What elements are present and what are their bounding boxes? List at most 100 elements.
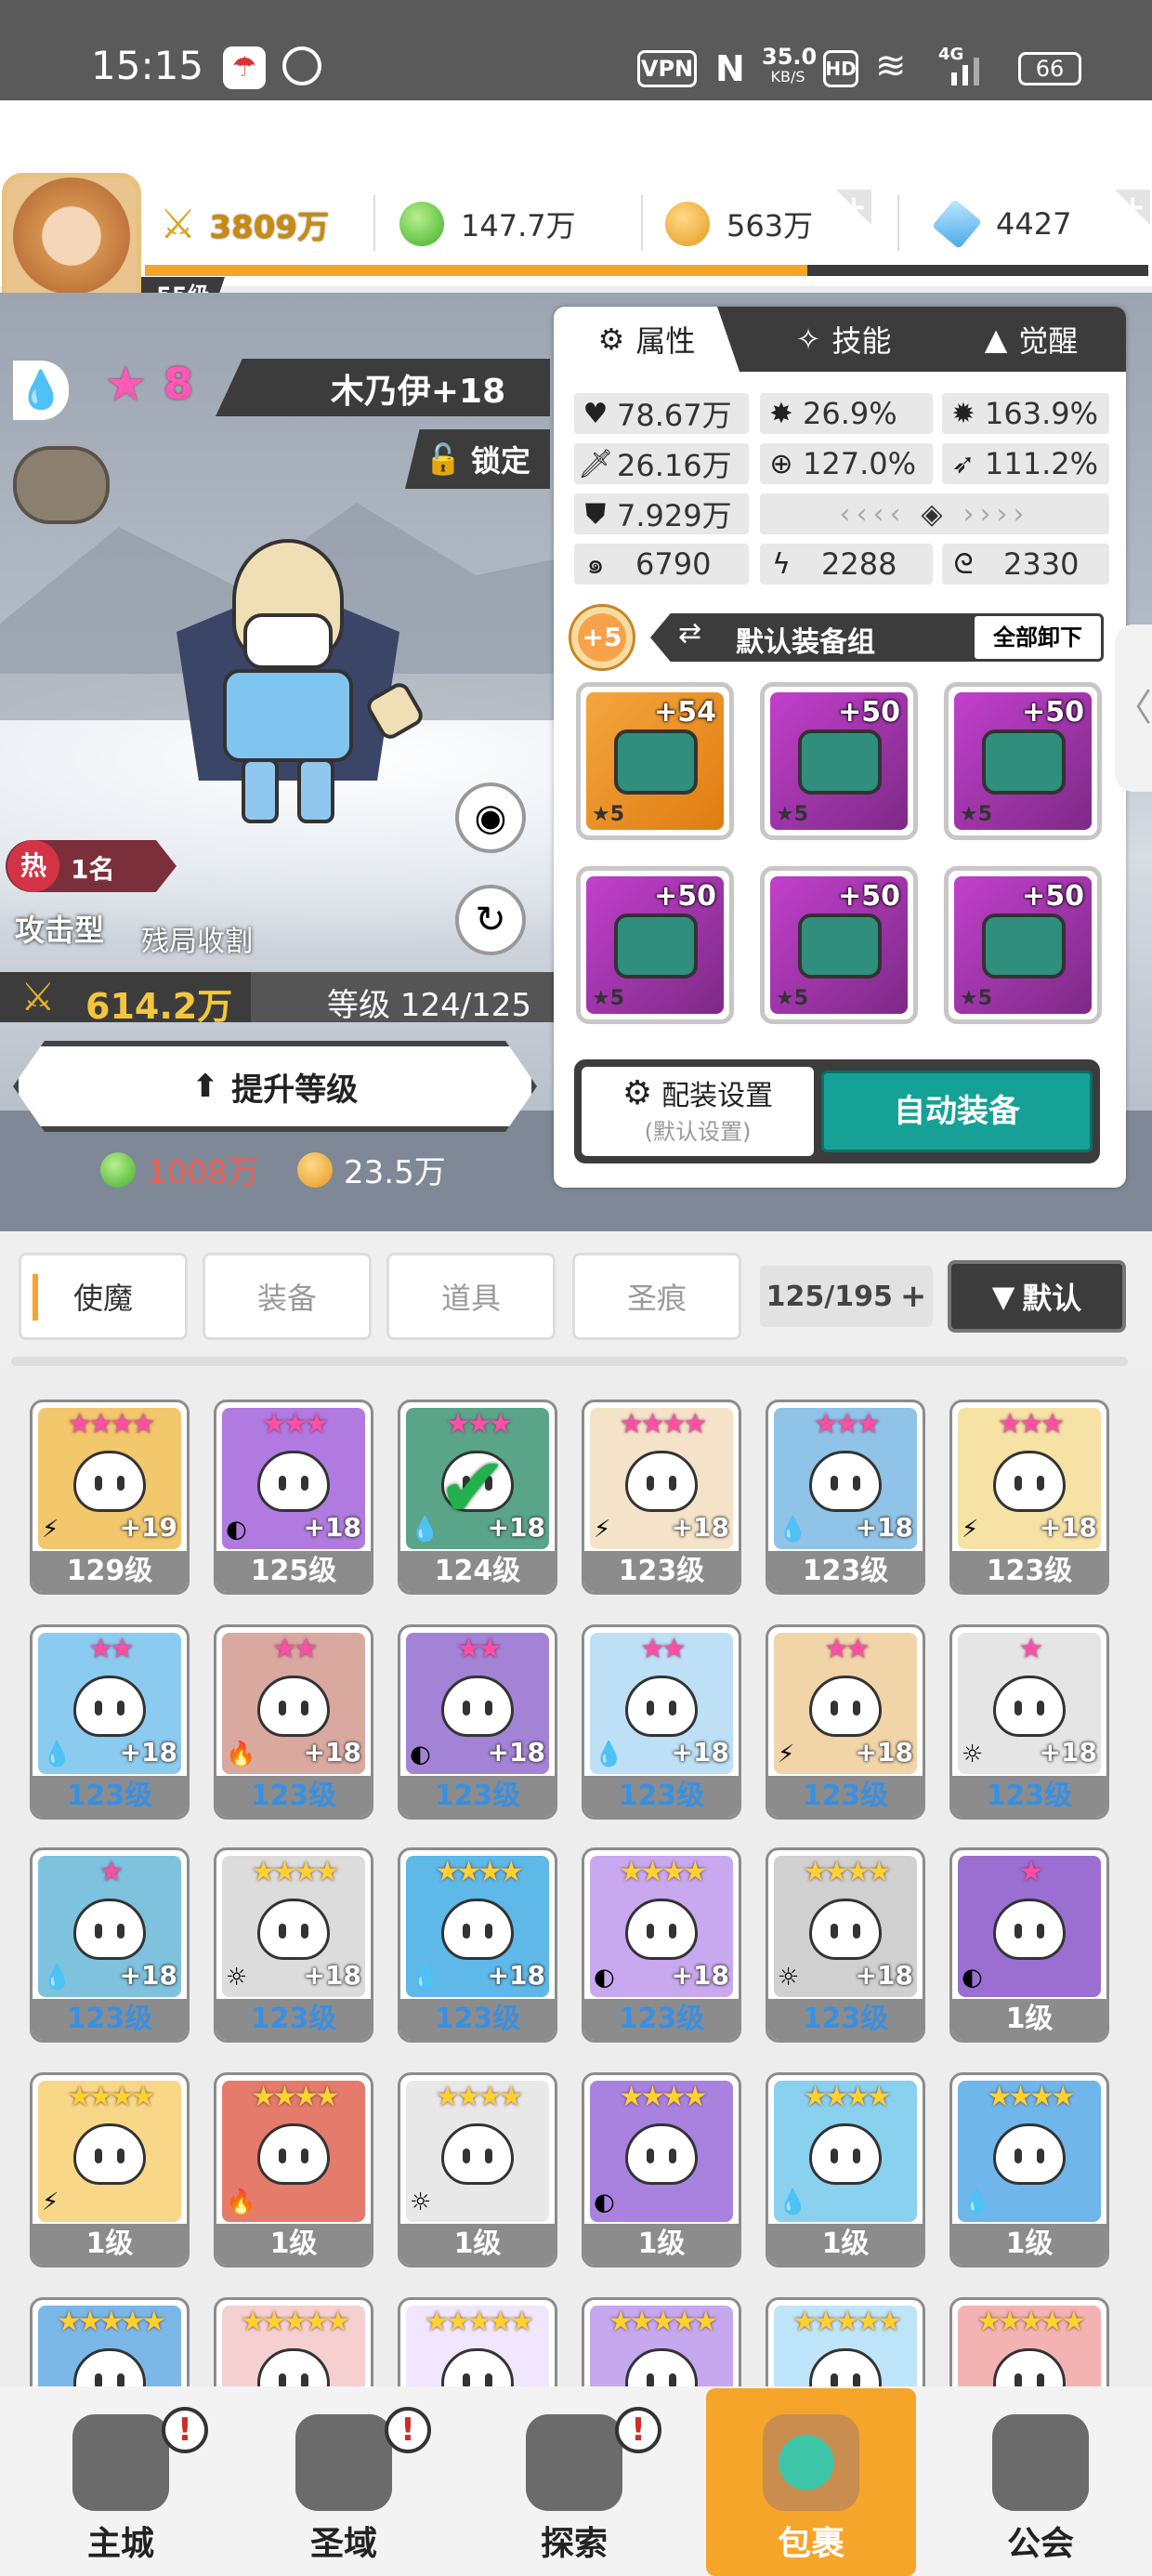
swirl-icon: ๑ [586,547,605,581]
nav-castle[interactable]: ! 主城 [28,2388,214,2576]
tab-items[interactable]: 道具 [386,1253,556,1340]
hero-card[interactable]: ★★ 💧 +18 123级 [30,1624,190,1820]
tab-skills-label: 技能 [831,323,892,359]
sort-button[interactable]: ▼ 默认 [948,1260,1126,1333]
net-speed: 35.0 KB/S [762,46,817,87]
stat-a: ๑ 6790 [574,544,749,585]
hero-card[interactable]: ★ ◐ 1级 [949,1847,1109,2043]
equipment-slot[interactable]: +50 ★5 [760,866,918,1024]
upgrade-level-button[interactable]: ⬆ 提升等级 [13,1041,537,1132]
hero-card[interactable]: ★★★★ ◐ 1级 [582,2072,741,2267]
tab-awaken[interactable]: ▲ 觉醒 [938,307,1124,372]
hero-card[interactable]: ★★★★ 💧 +18 123级 [398,1847,557,2043]
equipment-slot[interactable]: +50 ★5 [944,866,1102,1024]
castle-icon [72,2414,169,2511]
awaken-rune-icon[interactable] [13,446,110,524]
hero-card[interactable]: ★★★★★ [949,2297,1109,2386]
gold-resource[interactable]: 563万 [665,182,813,266]
side-drawer-handle[interactable]: 〈 [1115,624,1152,792]
auto-equip-button[interactable]: 自动装备 [821,1071,1093,1152]
nav-guild[interactable]: 公会 [948,2388,1133,2576]
stat-accuracy-value: 127.0% [803,446,917,481]
awaken-icon: ▲ [984,322,1008,357]
hero-card[interactable]: ★★★★ ☼ +18 123级 [766,1847,925,2043]
hero-face [809,2348,882,2386]
equipment-level: +50 [654,880,716,913]
hero-card[interactable]: ★★ 💧 +18 123级 [582,1624,741,1820]
hero-stars: ★★★★ [803,1856,892,1888]
tab-equipment[interactable]: 装备 [203,1253,372,1340]
hero-face [809,1676,882,1737]
element-icon: ☼ [962,1741,984,1768]
hero-card[interactable]: ★★★★★ [214,2297,373,2386]
hero-stars: ★★★★★ [608,2306,718,2338]
nfc-icon: Ν [715,48,745,89]
hero-card[interactable]: ★★★★★ [766,2297,925,2386]
sword-explore-icon [526,2414,622,2511]
hero-face [625,1899,698,1960]
hero-card[interactable]: ★★★★ 🔥 1级 [214,2072,373,2267]
equipment-slot[interactable]: +54 ★5 [576,682,734,840]
hero-card[interactable]: ★★★★ 💧 1级 [766,2072,925,2267]
hero-plus-level: +18 [303,1960,361,1991]
hero-card[interactable]: ★★★★ 💧 1级 [949,2072,1109,2267]
unequip-all-button[interactable]: 全部卸下 [972,613,1104,662]
hero-card[interactable]: ★★★★★ [398,2297,557,2386]
equipment-slot[interactable]: +50 ★5 [576,866,734,1024]
hero-level: 1级 [33,2224,187,2265]
element-icon: 🔥 [226,1741,256,1768]
player-avatar[interactable] [2,173,141,312]
equipment-slot-frame: +50 ★5 [954,876,1092,1014]
tab-attributes-label: 属性 [635,323,696,359]
water-element-icon: 💧 [13,361,69,420]
hero-card[interactable]: ★★★ ◐ +18 125级 [214,1400,373,1595]
stat-c: ᘓ 2330 [942,544,1109,585]
hero-stars: ★★★★★ [975,2306,1086,2338]
hero-card[interactable]: ★★★★ ⚡ +18 123级 [582,1400,741,1595]
hero-face [625,1676,698,1737]
upgrade-cost-green-value: 1008万 [147,1154,259,1191]
hero-card[interactable]: ★★★ 💧 +18 123级 [766,1400,925,1595]
equipment-stars: ★5 [960,987,993,1010]
hero-stars: ★★ [272,1633,319,1665]
tab-attributes[interactable]: ⚙ 属性 [554,307,740,372]
loadout-settings-button[interactable]: ⚙ 配装设置 (默认设置) [582,1067,814,1156]
crystal-resource[interactable]: 4427 [931,182,1071,266]
switch-skin-button[interactable]: ↻ [455,885,526,955]
nav-portal[interactable]: ! 圣域 [251,2388,437,2576]
hero-card[interactable]: ★★★ 💧 +18 124级 ✔ [398,1400,557,1595]
lock-button[interactable]: 🔓 锁定 [405,429,550,489]
hero-card[interactable]: ★★★★★ [30,2297,190,2386]
status-bar: 15:15 ☂ VPN Ν 35.0 KB/S HD ≋ 4G 66 [0,0,1152,100]
capacity-button[interactable]: 125/195 + [760,1266,933,1327]
equipment-slot[interactable]: +50 ★5 [944,682,1102,840]
hero-card[interactable]: ★ ☼ +18 123级 [949,1624,1109,1820]
tab-stigmata[interactable]: 圣痕 [572,1253,741,1340]
hero-level: 1级 [584,2224,739,2265]
tab-skills[interactable]: ✧ 技能 [751,307,936,372]
hero-card[interactable]: ★★★★ ☼ +18 123级 [214,1847,373,2043]
hero-card[interactable]: ★★★★ ⚡ 1级 [30,2072,190,2267]
nav-bag[interactable]: 包裹 [706,2388,916,2576]
hero-card[interactable]: ★★★★ ◐ +18 123级 [582,1847,741,2043]
hero-level: 123级 [768,1776,923,1817]
tab-familiars[interactable]: 使魔 [19,1253,188,1340]
nav-sword-explore[interactable]: ! 探索 [481,2388,667,2576]
rotate-view-button[interactable]: ◉ [455,782,526,853]
hero-card[interactable]: ★★★ ⚡ +18 123级 [949,1400,1109,1595]
element-icon: 💧 [778,1516,808,1544]
hero-card[interactable]: ★★★★ ☼ 1级 [398,2072,557,2267]
equipment-slot[interactable]: +50 ★5 [760,682,918,840]
stat-attack: 🗡 26.16万 [574,443,749,484]
hero-card[interactable]: ★ 💧 +18 123级 [30,1847,190,2043]
hero-card[interactable]: ★★★★★ [582,2297,741,2386]
sword-icon [614,729,698,795]
hero-card[interactable]: ★★★★ ⚡ +19 129级 [30,1400,190,1595]
hero-card[interactable]: ★★ ⚡ +18 123级 [766,1624,925,1820]
hero-face [441,2348,514,2386]
hero-card[interactable]: ★★ ◐ +18 123级 [398,1624,557,1820]
hero-card[interactable]: ★★ 🔥 +18 123级 [214,1624,373,1820]
gold-value: 563万 [727,208,814,243]
hero-face [257,2348,330,2386]
element-icon: ⚡ [42,2188,59,2216]
